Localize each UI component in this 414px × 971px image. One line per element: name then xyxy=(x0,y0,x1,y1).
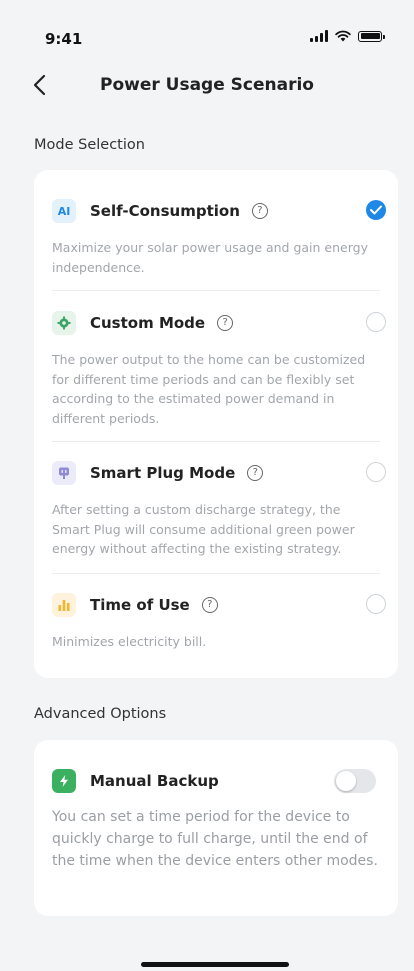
wifi-icon xyxy=(335,30,351,42)
advanced-section-title: Advanced Options xyxy=(34,706,167,722)
divider xyxy=(52,573,380,574)
status-icons xyxy=(310,30,385,42)
help-icon[interactable]: ? xyxy=(201,597,218,613)
divider xyxy=(52,441,380,442)
help-icon[interactable]: ? xyxy=(217,315,234,331)
ai-icon: AI xyxy=(52,199,76,223)
mode-option-custom-mode[interactable]: Custom Mode ? The power output to the ho… xyxy=(52,310,386,428)
mode-description: Minimizes electricity bill. xyxy=(52,634,207,649)
radio-unselected[interactable] xyxy=(366,594,386,614)
manual-backup-description: You can set a time period for the device… xyxy=(52,809,378,869)
cellular-signal-icon xyxy=(310,30,328,42)
status-bar: 9:41 xyxy=(0,0,414,70)
radio-selected[interactable] xyxy=(366,200,386,220)
mode-option-self-consumption[interactable]: AI Self-Consumption ? Maximize your sola… xyxy=(52,198,386,277)
plug-icon xyxy=(52,461,76,485)
mode-option-time-of-use[interactable]: Time of Use ? Minimizes electricity bill… xyxy=(52,592,386,652)
manual-backup-row: Manual Backup xyxy=(52,768,380,794)
gear-icon xyxy=(52,311,76,335)
manual-backup-label: Manual Backup xyxy=(90,772,219,790)
mode-name: Time of Use xyxy=(90,596,190,614)
mode-description: After setting a custom discharge strateg… xyxy=(52,502,355,556)
radio-unselected[interactable] xyxy=(366,462,386,482)
mode-selection-card: AI Self-Consumption ? Maximize your sola… xyxy=(34,170,398,678)
manual-backup-toggle[interactable] xyxy=(334,769,376,793)
mode-option-smart-plug-mode[interactable]: Smart Plug Mode ? After setting a custom… xyxy=(52,460,386,559)
mode-description: The power output to the home can be cust… xyxy=(52,352,366,426)
battery-icon xyxy=(358,30,385,42)
mode-name: Smart Plug Mode xyxy=(90,464,236,482)
lightning-icon xyxy=(52,769,76,793)
checkmark-icon xyxy=(370,205,382,215)
mode-name: Self-Consumption xyxy=(90,202,240,220)
home-indicator xyxy=(141,962,289,967)
nav-bar: Power Usage Scenario xyxy=(0,62,414,110)
radio-unselected[interactable] xyxy=(366,312,386,332)
toggle-knob xyxy=(336,771,356,791)
advanced-options-card: Manual Backup You can set a time period … xyxy=(34,740,398,916)
divider xyxy=(52,290,380,291)
status-time: 9:41 xyxy=(45,30,83,48)
bar-chart-icon xyxy=(52,593,76,617)
help-icon[interactable]: ? xyxy=(251,203,268,219)
page-title: Power Usage Scenario xyxy=(99,75,314,95)
mode-section-title: Mode Selection xyxy=(34,137,145,153)
mode-description: Maximize your solar power usage and gain… xyxy=(52,240,368,275)
help-icon[interactable]: ? xyxy=(247,465,264,481)
mode-name: Custom Mode xyxy=(90,314,206,332)
